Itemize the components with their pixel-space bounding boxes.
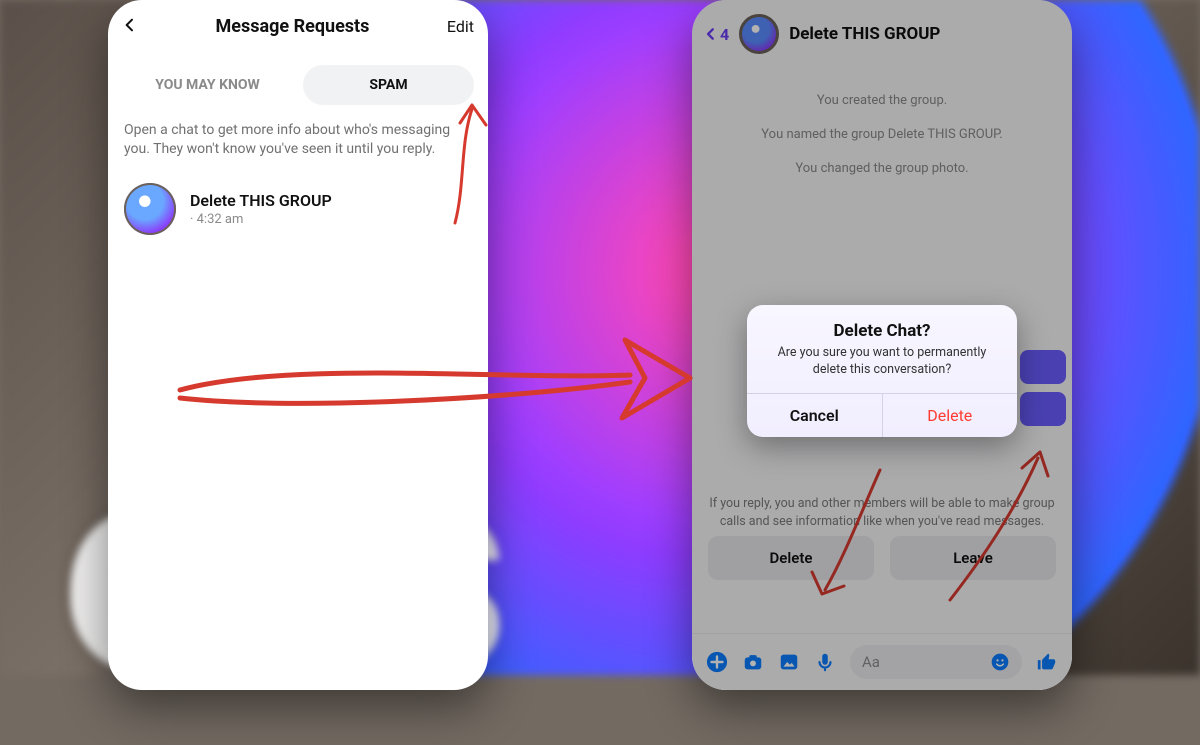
phone-screenshot-right: 4 Delete THIS GROUP You created the grou…: [692, 0, 1072, 690]
page-title: Message Requests: [216, 16, 370, 37]
alert-cancel-button[interactable]: Cancel: [747, 394, 883, 437]
chevron-left-icon: [122, 17, 138, 33]
conversation-row[interactable]: Delete THIS GROUP · 4:32 am: [108, 173, 488, 245]
nav-bar: Message Requests Edit: [108, 0, 488, 45]
edit-button[interactable]: Edit: [447, 17, 474, 36]
alert-delete-button[interactable]: Delete: [883, 394, 1018, 437]
phone-screenshot-left: Message Requests Edit YOU MAY KNOW SPAM …: [108, 0, 488, 690]
delete-chat-alert: Delete Chat? Are you sure you want to pe…: [747, 305, 1017, 437]
spam-info-text: Open a chat to get more info about who's…: [108, 115, 488, 173]
conversation-title: Delete THIS GROUP: [190, 191, 332, 210]
tabs-row: YOU MAY KNOW SPAM: [108, 45, 488, 115]
alert-body: Are you sure you want to permanently del…: [747, 345, 1017, 393]
group-avatar: [124, 183, 176, 235]
tab-spam[interactable]: SPAM: [303, 65, 474, 105]
alert-title: Delete Chat?: [747, 305, 1017, 345]
conversation-subtitle: · 4:32 am: [190, 212, 332, 227]
back-button[interactable]: [122, 17, 138, 37]
tab-you-may-know[interactable]: YOU MAY KNOW: [122, 65, 293, 105]
